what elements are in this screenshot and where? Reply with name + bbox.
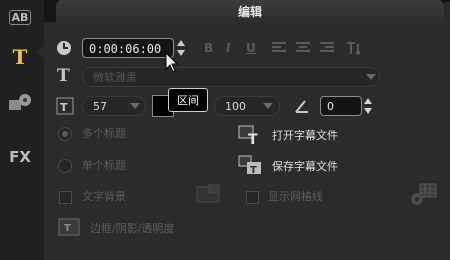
transition-tool-button[interactable]: AB xyxy=(3,2,37,32)
clock-icon xyxy=(57,41,71,55)
angle-spinner[interactable] xyxy=(362,96,374,116)
text-background-checkbox[interactable] xyxy=(59,191,72,204)
mouse-cursor-icon xyxy=(165,52,179,73)
spin-up-icon[interactable] xyxy=(177,40,185,46)
border-shadow-icon: T xyxy=(58,218,80,236)
title-icon: T xyxy=(12,45,28,69)
align-right-icon[interactable] xyxy=(320,42,334,54)
side-toolbar: AB T FX xyxy=(0,0,45,260)
save-subtitle-icon: T xyxy=(238,155,261,176)
active-indicator xyxy=(36,45,44,59)
multi-title-radio[interactable] xyxy=(58,127,72,141)
show-gridlines-checkbox[interactable] xyxy=(246,191,259,204)
text-direction-icon[interactable] xyxy=(346,41,362,55)
open-subtitle-button[interactable]: T 打开字幕文件 xyxy=(238,124,358,146)
multi-title-label: 多个标题 xyxy=(82,127,126,140)
size-chevron-down-icon[interactable] xyxy=(130,103,140,109)
text-background-settings-icon[interactable] xyxy=(196,184,222,204)
align-left-icon[interactable] xyxy=(272,42,286,54)
gridline-settings-icon[interactable] xyxy=(408,183,438,207)
duration-tooltip: 区间 xyxy=(168,88,208,112)
rotation-angle-icon xyxy=(295,100,308,113)
tab-bar: 编辑 xyxy=(44,0,450,22)
single-title-radio[interactable] xyxy=(58,159,72,173)
svg-text:T: T xyxy=(250,165,257,176)
single-title-label: 单个标题 xyxy=(82,159,126,172)
angle-up-icon[interactable] xyxy=(364,98,372,104)
italic-button[interactable]: I xyxy=(226,41,230,55)
font-size-icon: T xyxy=(56,97,74,115)
save-subtitle-label: 保存字幕文件 xyxy=(272,160,338,173)
open-subtitle-icon: T xyxy=(238,125,258,146)
font-icon: T xyxy=(57,66,70,86)
font-chevron-down-icon[interactable] xyxy=(366,74,376,80)
font-select[interactable]: 微软雅黑 xyxy=(82,67,380,87)
save-subtitle-button[interactable]: T 保存字幕文件 xyxy=(238,154,358,176)
spacing-chevron-down-icon[interactable] xyxy=(263,103,273,109)
video-effect-tool-button[interactable] xyxy=(3,88,37,118)
svg-text:T: T xyxy=(248,132,258,146)
svg-text:T: T xyxy=(64,223,71,234)
align-center-icon[interactable] xyxy=(296,42,310,54)
svg-text:T: T xyxy=(60,101,68,114)
angle-down-icon[interactable] xyxy=(364,108,372,114)
show-gridlines-label: 显示网格线 xyxy=(268,190,323,203)
video-effect-icon xyxy=(9,94,31,110)
title-tool-button[interactable]: T xyxy=(3,42,37,72)
bold-button[interactable]: B xyxy=(204,41,213,55)
fx-icon: FX xyxy=(9,148,31,166)
border-shadow-transparency-label: 边框/阴影/透明度 xyxy=(90,222,175,235)
underline-button[interactable]: U xyxy=(246,41,256,55)
border-shadow-transparency-button[interactable]: T 边框/阴影/透明度 xyxy=(58,218,238,238)
tab-edit[interactable]: 编辑 xyxy=(56,0,444,22)
ab-icon: AB xyxy=(8,9,32,25)
duration-timecode[interactable]: 0:00:06:00 xyxy=(82,38,174,58)
angle-input[interactable]: 0 xyxy=(320,96,362,116)
tab-edit-label: 编辑 xyxy=(237,4,262,19)
fx-tool-button[interactable]: FX xyxy=(3,142,37,172)
text-background-label: 文字背景 xyxy=(82,190,126,203)
tab-next[interactable] xyxy=(444,2,450,22)
open-subtitle-label: 打开字幕文件 xyxy=(272,129,338,142)
